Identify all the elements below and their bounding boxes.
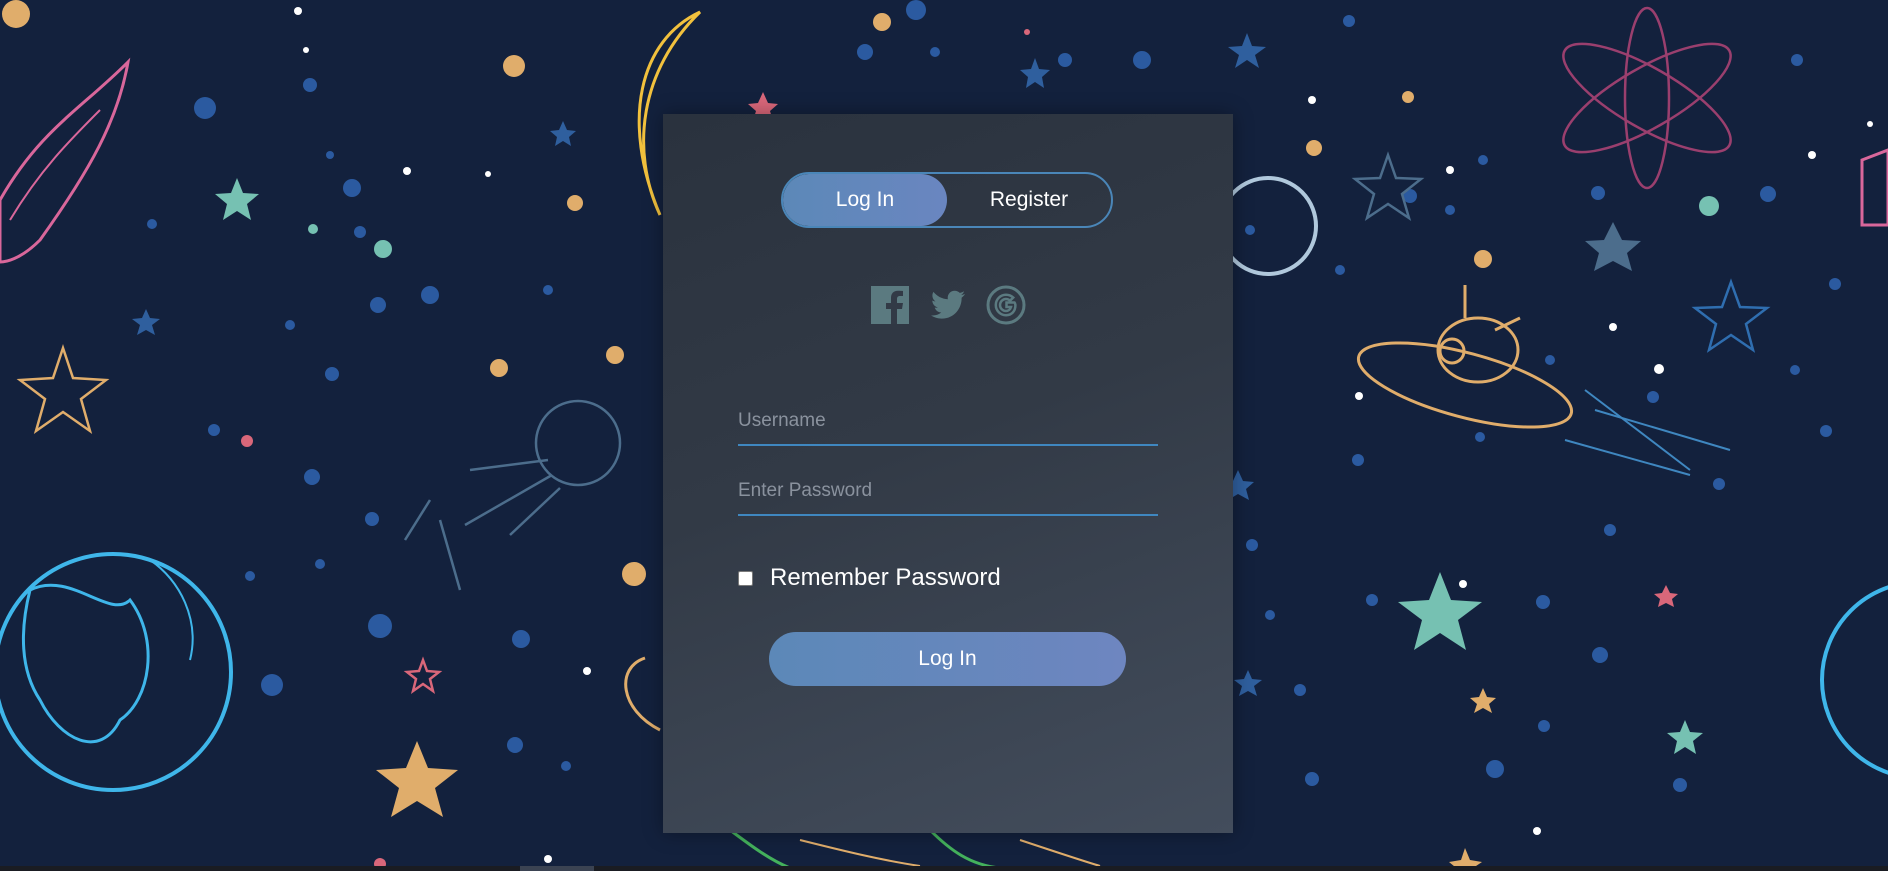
social-login-row [663,284,1233,326]
facebook-icon[interactable] [869,284,911,326]
bottom-strip [0,866,1888,871]
login-panel: Log In Register Remember Password Log In [663,114,1233,833]
username-input[interactable] [738,400,1158,442]
bottom-scroll-indicator [520,866,594,871]
username-field [738,400,1158,446]
remember-password-row: Remember Password [738,564,1001,592]
google-icon[interactable] [985,284,1027,326]
remember-password-checkbox[interactable] [738,570,753,586]
twitter-icon[interactable] [927,284,969,326]
tab-login[interactable]: Log In [783,174,947,226]
login-submit-button[interactable]: Log In [769,632,1126,686]
remember-password-label[interactable]: Remember Password [770,564,1001,592]
tab-register[interactable]: Register [947,174,1111,226]
auth-mode-toggle: Log In Register [781,172,1113,228]
password-input[interactable] [738,470,1158,512]
password-field [738,470,1158,516]
